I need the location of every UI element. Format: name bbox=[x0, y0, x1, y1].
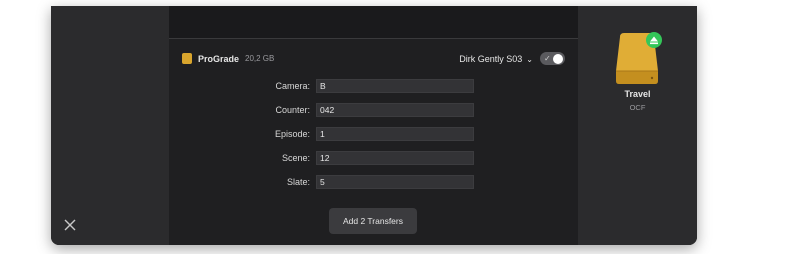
drive-icon[interactable] bbox=[610, 31, 664, 86]
destination-pane: Travel OCF bbox=[578, 6, 697, 245]
project-label: Dirk Gently S03 bbox=[459, 54, 523, 64]
episode-field[interactable]: 1 bbox=[316, 127, 474, 141]
scene-label: Scene: bbox=[281, 153, 310, 163]
slate-field[interactable]: 5 bbox=[316, 175, 474, 189]
source-name: ProGrade bbox=[198, 53, 240, 64]
transfer-panel: ProGrade 20,2 GB Dirk Gently S03 ⌄ ✓ Cam… bbox=[169, 6, 578, 245]
camera-field[interactable]: B bbox=[316, 79, 474, 93]
destination-subtitle: OCF bbox=[629, 103, 646, 112]
eject-icon[interactable] bbox=[646, 32, 662, 48]
project-dropdown[interactable]: Dirk Gently S03 ⌄ bbox=[459, 54, 533, 64]
chevron-down-icon: ⌄ bbox=[526, 54, 533, 64]
destination-name: Travel bbox=[624, 89, 651, 99]
field-row-scene: Scene: 12 bbox=[169, 151, 578, 165]
camera-label: Camera: bbox=[275, 81, 310, 91]
field-row-camera: Camera: B bbox=[169, 79, 578, 93]
drive-icon bbox=[182, 53, 192, 64]
slate-label: Slate: bbox=[286, 177, 310, 187]
check-icon: ✓ bbox=[544, 54, 551, 63]
counter-field[interactable]: 042 bbox=[316, 103, 474, 117]
preview-area bbox=[169, 6, 578, 39]
counter-label: Counter: bbox=[275, 105, 310, 115]
source-size: 20,2 GB bbox=[245, 54, 275, 63]
left-pane bbox=[51, 6, 169, 245]
episode-label: Episode: bbox=[274, 129, 310, 139]
field-row-counter: Counter: 042 bbox=[169, 103, 578, 117]
field-row-episode: Episode: 1 bbox=[169, 127, 578, 141]
add-transfers-button[interactable]: Add 2 Transfers bbox=[329, 208, 417, 234]
field-row-slate: Slate: 5 bbox=[169, 175, 578, 189]
app-window: ProGrade 20,2 GB Dirk Gently S03 ⌄ ✓ Cam… bbox=[51, 6, 697, 245]
scene-field[interactable]: 12 bbox=[316, 151, 474, 165]
project-toggle[interactable]: ✓ bbox=[540, 52, 565, 65]
toggle-knob bbox=[553, 53, 563, 64]
source-drive-row: ProGrade 20,2 GB bbox=[182, 53, 274, 64]
close-icon[interactable] bbox=[63, 218, 77, 232]
